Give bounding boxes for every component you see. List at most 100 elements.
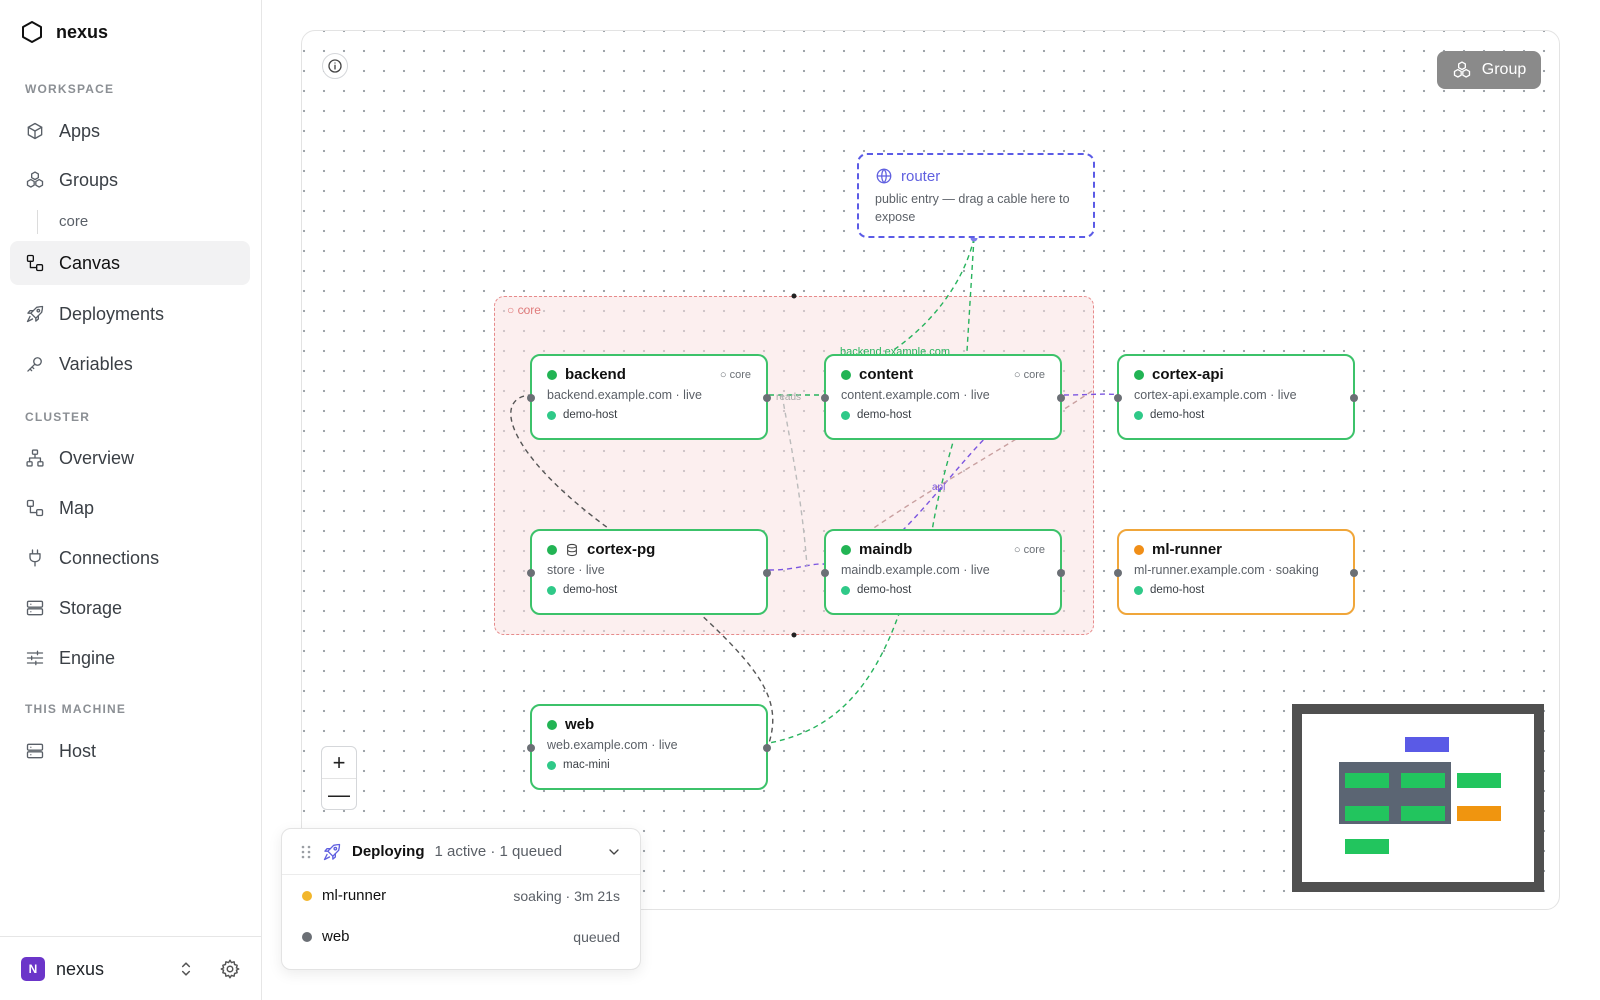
input-port[interactable] bbox=[527, 569, 535, 577]
node-host: demo-host bbox=[1150, 409, 1205, 421]
workspace-switcher-name[interactable]: nexus bbox=[56, 957, 104, 981]
input-port[interactable] bbox=[821, 569, 829, 577]
input-port[interactable] bbox=[821, 394, 829, 402]
sidebar-item-label: Deployments bbox=[59, 303, 165, 324]
brand-name: nexus bbox=[56, 21, 109, 42]
chevrons-up-down-icon[interactable] bbox=[176, 959, 196, 979]
input-port[interactable] bbox=[1114, 569, 1122, 577]
sidebar-item-apps[interactable]: Apps bbox=[10, 109, 250, 153]
node-host: demo-host bbox=[857, 584, 912, 596]
sidebar-subitem-core[interactable]: core bbox=[37, 210, 88, 234]
node-url: content.example.com · live bbox=[841, 388, 990, 402]
router-description: public entry — drag a cable here to expo… bbox=[875, 192, 1070, 224]
sidebar-item-map[interactable]: Map bbox=[10, 486, 250, 530]
host-dot bbox=[841, 410, 850, 420]
node-name: maindb bbox=[859, 541, 913, 558]
sidebar-item-variables[interactable]: Variables bbox=[10, 342, 250, 386]
status-dot bbox=[841, 369, 851, 380]
output-port[interactable] bbox=[763, 394, 771, 402]
map-nodes-icon bbox=[26, 499, 44, 517]
sidebar-item-deployments[interactable]: Deployments bbox=[10, 292, 250, 336]
minimap-router bbox=[1405, 737, 1449, 752]
group-button-label: Group bbox=[1481, 61, 1527, 78]
gear-icon[interactable] bbox=[219, 958, 241, 980]
app-node-ml-runner[interactable]: ml-runner ml-runner.example.com · soakin… bbox=[1114, 529, 1358, 615]
zoom-out-button[interactable]: — bbox=[322, 779, 356, 811]
sidebar-item-label: Engine bbox=[59, 647, 116, 668]
node-name: cortex-pg bbox=[587, 541, 656, 558]
drag-handle-icon[interactable] bbox=[300, 844, 312, 860]
section-label-this-machine: THIS MACHINE bbox=[25, 702, 127, 716]
canvas[interactable]: Group ○ core backend.example.com reads a… bbox=[301, 30, 1560, 910]
sidebar-item-storage[interactable]: Storage bbox=[10, 586, 250, 630]
output-port[interactable] bbox=[763, 569, 771, 577]
minimap-node bbox=[1457, 773, 1501, 788]
canvas-nodes-icon bbox=[26, 254, 44, 272]
minimap-node bbox=[1345, 806, 1389, 821]
app-node-cortex-api[interactable]: cortex-api cortex-api.example.com · live… bbox=[1114, 354, 1358, 440]
rocket-icon bbox=[323, 843, 341, 860]
app-node-maindb[interactable]: maindb ○ core maindb.example.com · live … bbox=[821, 529, 1065, 615]
minimap-viewport bbox=[1302, 714, 1534, 882]
input-port[interactable] bbox=[527, 394, 535, 402]
zoom-in-button[interactable]: + bbox=[322, 747, 356, 779]
sidebar-item-groups[interactable]: Groups bbox=[10, 158, 250, 202]
deploy-row[interactable]: web queued bbox=[282, 916, 640, 957]
sliders-icon bbox=[26, 650, 44, 666]
brand[interactable]: nexus bbox=[20, 20, 108, 44]
node-group-tag: ○ core bbox=[1013, 543, 1045, 556]
minimap[interactable] bbox=[1292, 704, 1544, 892]
deploy-panel-header[interactable]: Deploying 1 active · 1 queued bbox=[282, 829, 640, 875]
deploy-status-dot bbox=[302, 931, 312, 942]
deploy-status: queued bbox=[573, 928, 620, 945]
node-url: maindb.example.com · live bbox=[841, 563, 990, 577]
section-label-workspace: WORKSPACE bbox=[25, 82, 115, 96]
output-port[interactable] bbox=[1057, 394, 1065, 402]
sidebar-item-engine[interactable]: Engine bbox=[10, 636, 250, 680]
cube-icon bbox=[27, 122, 43, 140]
rocket-icon bbox=[26, 305, 44, 323]
info-button[interactable] bbox=[322, 53, 348, 79]
output-port[interactable] bbox=[1350, 394, 1358, 402]
cubes-icon bbox=[1453, 61, 1470, 78]
router-node[interactable]: router public entry — drag a cable here … bbox=[857, 153, 1095, 238]
sidebar-item-canvas[interactable]: Canvas bbox=[10, 241, 250, 285]
deploy-row[interactable]: ml-runner soaking · 3m 21s bbox=[282, 875, 640, 916]
node-name: backend bbox=[565, 366, 626, 383]
sidebar-item-label: Overview bbox=[59, 447, 135, 468]
node-host: mac-mini bbox=[563, 759, 610, 771]
app-node-backend[interactable]: backend ○ core backend.example.com · liv… bbox=[527, 354, 771, 440]
sidebar-item-host[interactable]: Host bbox=[10, 729, 250, 773]
output-port[interactable] bbox=[763, 744, 771, 752]
app-node-web[interactable]: web web.example.com · live mac-mini bbox=[527, 704, 771, 790]
hexagon-logo-icon bbox=[22, 21, 42, 43]
host-dot bbox=[1134, 410, 1143, 420]
host-dot bbox=[547, 585, 556, 595]
sidebar-item-label: Apps bbox=[59, 120, 101, 141]
group-button[interactable]: Group bbox=[1437, 51, 1541, 89]
router-title: router bbox=[901, 167, 941, 185]
deploy-status: soaking · 3m 21s bbox=[513, 887, 620, 904]
server-icon bbox=[26, 600, 44, 616]
info-icon bbox=[328, 59, 342, 73]
chevron-down-icon[interactable] bbox=[606, 844, 622, 860]
sidebar: nexus WORKSPACE Apps Groups core Canvas … bbox=[0, 0, 262, 1000]
network-icon bbox=[26, 449, 44, 467]
sidebar-item-label: Connections bbox=[59, 547, 160, 568]
sidebar-item-label: Groups bbox=[59, 169, 119, 190]
status-dot bbox=[841, 544, 851, 555]
input-port[interactable] bbox=[527, 744, 535, 752]
app-node-content[interactable]: content ○ core content.example.com · liv… bbox=[821, 354, 1065, 440]
output-port[interactable] bbox=[1350, 569, 1358, 577]
group-label: ○ core bbox=[507, 303, 541, 317]
input-port[interactable] bbox=[1114, 394, 1122, 402]
sidebar-item-connections[interactable]: Connections bbox=[10, 536, 250, 580]
app-node-cortex-pg[interactable]: cortex-pg store · live demo-host bbox=[527, 529, 771, 615]
avatar[interactable]: N bbox=[21, 957, 45, 981]
node-group-tag: ○ core bbox=[1013, 368, 1045, 381]
output-port[interactable] bbox=[1057, 569, 1065, 577]
node-url: cortex-api.example.com · live bbox=[1134, 388, 1297, 402]
deploy-app-name: ml-runner bbox=[322, 887, 387, 904]
deploy-panel: Deploying 1 active · 1 queued ml-runner … bbox=[281, 828, 641, 970]
sidebar-item-overview[interactable]: Overview bbox=[10, 436, 250, 480]
